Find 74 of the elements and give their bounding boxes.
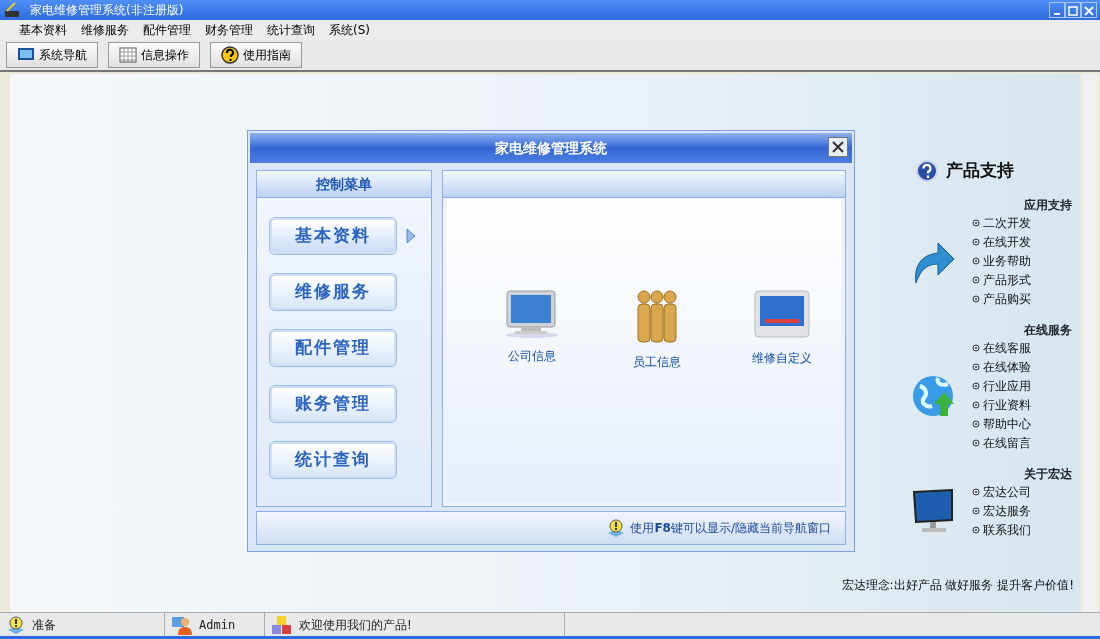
menu-item[interactable]: 维修服务 [74,21,136,39]
dialog-title: 家电维修管理系统 [495,138,607,158]
minimize-icon [1054,13,1060,15]
support-link[interactable]: 联系我们 [983,520,1031,540]
maximize-button[interactable] [1065,2,1081,18]
bullet-icon [972,219,980,227]
help-icon [916,159,938,182]
grid-icon [119,47,137,63]
section-heading: 在线服务 [1023,321,1072,339]
menu-item[interactable]: 系统(S) [322,21,377,39]
lightbulb-icon [6,614,26,635]
panel-header: 控制菜单 [257,171,431,198]
bullet-icon [972,238,980,246]
menu-item[interactable]: 配件管理 [136,21,198,39]
bullet-icon [972,401,980,409]
support-link[interactable]: 业务帮助 [983,251,1031,271]
section-heading: 关于宏达 [1023,465,1072,483]
toolbar-button[interactable]: 信息操作 [108,42,200,68]
monitor-icon [753,289,811,341]
support-link[interactable]: 在线开发 [983,232,1031,252]
bullet-icon [972,344,980,352]
monitor-icon [17,47,35,63]
support-link[interactable]: 在线留言 [983,433,1031,453]
support-link[interactable]: 帮助中心 [983,414,1031,434]
app-icon [4,2,20,18]
bullet-icon [972,526,980,534]
close-button[interactable] [828,137,848,157]
menu-item[interactable]: 基本资料 [12,21,74,39]
window-title: 家电维修管理系统(非注册版) [30,2,185,19]
support-link[interactable]: 二次开发 [983,213,1031,233]
toolbar-button[interactable]: 系统导航 [6,42,98,68]
support-link[interactable]: 产品购买 [983,289,1031,309]
bullet-icon [972,295,980,303]
bullet-icon [972,420,980,428]
bullet-icon [972,507,980,515]
cubes-icon [271,614,293,635]
support-link[interactable]: 宏达公司 [983,482,1031,502]
close-icon [831,140,845,154]
bullet-icon [972,488,980,496]
section-heading: 应用支持 [1023,196,1072,214]
help-icon [221,46,239,64]
nav-button[interactable]: 基本资料 [270,218,396,254]
maximize-icon [1068,5,1078,16]
module-link[interactable]: 员工信息 [633,353,681,371]
support-link[interactable]: 产品形式 [983,270,1031,290]
toolbar-button[interactable]: 使用指南 [210,42,302,68]
bullet-icon [972,382,980,390]
bullet-icon [972,439,980,447]
nav-button[interactable]: 统计查询 [270,442,396,478]
nav-button[interactable]: 账务管理 [270,386,396,422]
nav-button[interactable]: 维修服务 [270,274,396,310]
status-text: 欢迎使用我们的产品! [299,616,412,634]
hint-text: 使用F8键可以显示/隐藏当前导航窗口 [630,520,831,537]
monitor-icon [912,488,956,534]
minimize-button[interactable] [1049,2,1065,18]
slogan-text: 宏达理念:出好产品 做好服务 提升客户价值! [841,577,1074,594]
status-text: 准备 [32,616,56,634]
menu-item[interactable]: 财务管理 [198,21,260,39]
close-icon [1084,5,1094,16]
support-link[interactable]: 宏达服务 [983,501,1031,521]
support-title: 产品支持 [946,159,1014,182]
support-link[interactable]: 行业资料 [983,395,1031,415]
status-text: Admin [199,616,236,634]
support-link[interactable]: 在线体验 [983,357,1031,377]
module-link[interactable]: 公司信息 [508,347,556,365]
support-link[interactable]: 行业应用 [983,376,1031,396]
menu-item[interactable]: 统计查询 [260,21,322,39]
bullet-icon [972,363,980,371]
module-link[interactable]: 维修自定义 [752,349,812,367]
bullet-icon [972,257,980,265]
nav-button[interactable]: 配件管理 [270,330,396,366]
support-link[interactable]: 在线客服 [983,338,1031,358]
bullet-icon [972,276,980,284]
user-icon [171,614,193,635]
